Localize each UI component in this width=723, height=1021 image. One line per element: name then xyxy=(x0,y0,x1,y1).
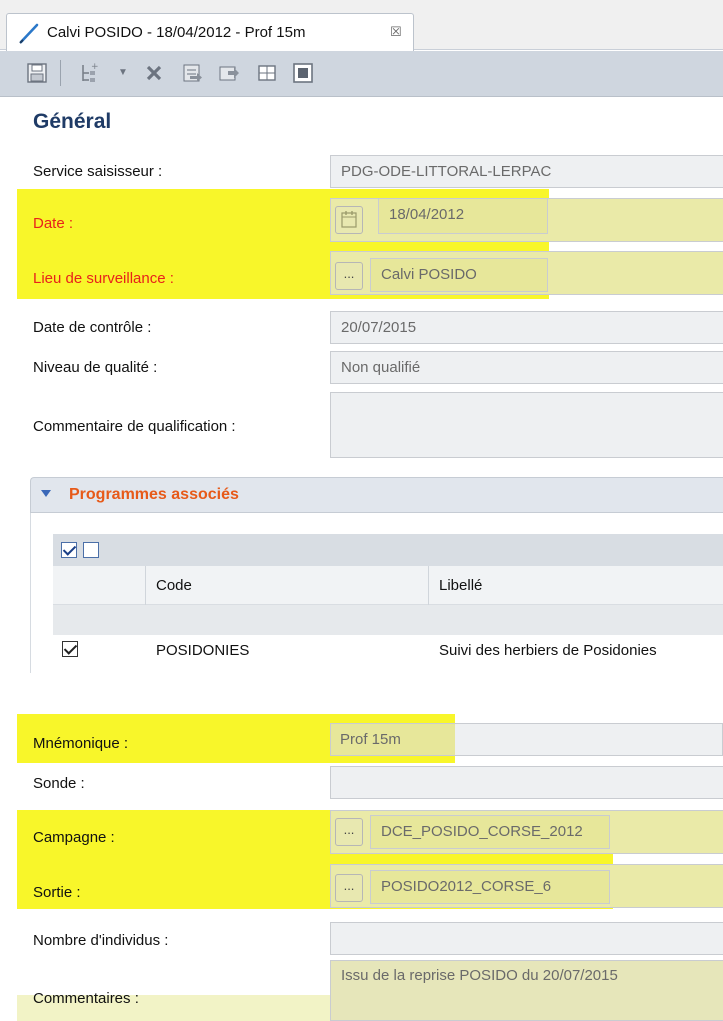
commentaires-label: Commentaires : xyxy=(33,990,139,1007)
add-child-icon[interactable]: + xyxy=(78,62,100,84)
select-all-checkbox[interactable] xyxy=(61,542,77,558)
toolbar-separator xyxy=(60,60,61,86)
sortie-browse-button[interactable]: ... xyxy=(335,874,363,902)
export-icon[interactable] xyxy=(218,62,240,84)
date-controle-label: Date de contrôle : xyxy=(33,319,152,336)
nombre-individus-label: Nombre d'individus : xyxy=(33,932,169,949)
editor-toolbar: + ▼ xyxy=(0,51,723,97)
niveau-qualite-field: Non qualifié xyxy=(330,351,723,384)
service-saisisseur-label: Service saisisseur : xyxy=(33,163,163,180)
delete-icon[interactable] xyxy=(143,62,165,84)
editor-tab[interactable]: Calvi POSIDO - 18/04/2012 - Prof 15m ☒ xyxy=(6,13,414,51)
programmes-panel-header[interactable]: Programmes associés xyxy=(30,477,723,513)
grid-selection-bar xyxy=(53,534,723,566)
sortie-label: Sortie : xyxy=(33,884,81,901)
save-icon[interactable] xyxy=(26,62,48,84)
dropdown-arrow-icon[interactable]: ▼ xyxy=(118,67,128,78)
import-icon[interactable] xyxy=(181,62,203,84)
tab-title: Calvi POSIDO - 18/04/2012 - Prof 15m xyxy=(47,24,306,41)
mnemonique-label: Mnémonique : xyxy=(33,735,129,752)
row-code: POSIDONIES xyxy=(156,642,250,659)
commentaires-field[interactable]: Issu de la reprise POSIDO du 20/07/2015 xyxy=(330,960,723,1021)
calendar-icon[interactable] xyxy=(335,206,363,234)
deselect-all-checkbox[interactable] xyxy=(83,542,99,558)
sortie-input[interactable]: POSIDO2012_CORSE_6 xyxy=(370,870,610,904)
table-icon[interactable] xyxy=(256,62,278,84)
table-row[interactable]: POSIDONIES Suivi des herbiers de Posidon… xyxy=(53,635,723,671)
campagne-input[interactable]: DCE_POSIDO_CORSE_2012 xyxy=(370,815,610,849)
close-icon[interactable]: ☒ xyxy=(390,24,402,40)
date-controle-field: 20/07/2015 xyxy=(330,311,723,344)
service-saisisseur-field: PDG-ODE-LITTORAL-LERPAC xyxy=(330,155,723,188)
section-title: Général xyxy=(33,110,112,133)
panel-border xyxy=(30,513,31,673)
sonde-label: Sonde : xyxy=(33,775,85,792)
lieu-browse-button[interactable]: ... xyxy=(335,262,363,290)
column-header-code[interactable]: Code xyxy=(156,577,192,594)
row-checkbox[interactable] xyxy=(62,641,78,657)
mnemonique-value: Prof 15m xyxy=(340,731,401,748)
editor-tab-bar: Calvi POSIDO - 18/04/2012 - Prof 15m ☒ xyxy=(0,0,723,51)
collapse-triangle-icon[interactable] xyxy=(41,490,51,497)
mnemonique-input-tail xyxy=(455,723,723,756)
commentaire-qualification-label: Commentaire de qualification : xyxy=(33,418,236,435)
campagne-label: Campagne : xyxy=(33,829,115,846)
column-header-libelle[interactable]: Libellé xyxy=(439,577,482,594)
nombre-individus-field[interactable] xyxy=(330,922,723,955)
column-divider xyxy=(428,566,429,605)
svg-text:+: + xyxy=(91,62,99,72)
grid-header: Code Libellé xyxy=(53,566,723,605)
lieu-surveillance-label: Lieu de surveillance : xyxy=(33,270,174,287)
lieu-surveillance-input[interactable]: Calvi POSIDO xyxy=(370,258,548,292)
campagne-browse-button[interactable]: ... xyxy=(335,818,363,846)
stop-icon[interactable] xyxy=(292,62,314,84)
column-divider xyxy=(145,566,146,605)
date-label: Date : xyxy=(33,215,74,232)
grid-filter-row xyxy=(53,605,723,635)
niveau-qualite-label: Niveau de qualité : xyxy=(33,359,158,376)
row-libelle: Suivi des herbiers de Posidonies xyxy=(439,642,657,659)
pencil-icon xyxy=(19,23,39,44)
commentaire-qualification-field[interactable] xyxy=(330,392,723,458)
date-input[interactable]: 18/04/2012 xyxy=(378,198,548,234)
sonde-field[interactable] xyxy=(330,766,723,799)
programmes-title: Programmes associés xyxy=(69,486,239,503)
